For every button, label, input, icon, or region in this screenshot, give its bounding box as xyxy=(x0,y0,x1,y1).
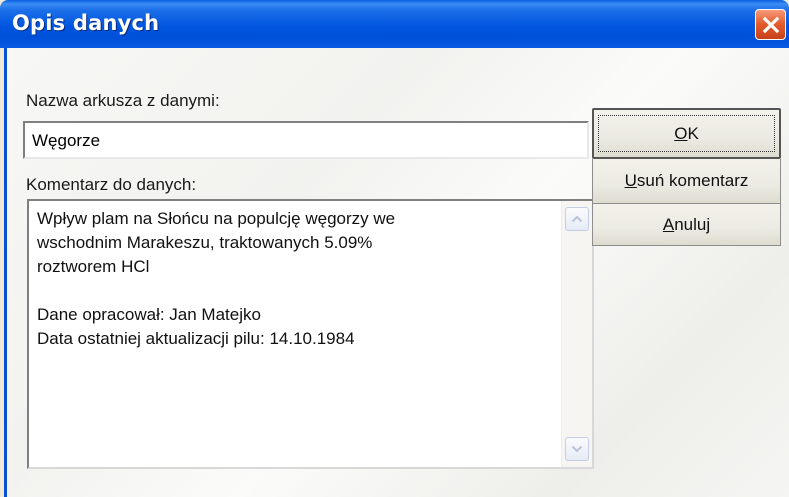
cancel-button-label: Anuluj xyxy=(662,214,711,234)
title-bar[interactable]: Opis danych xyxy=(0,0,789,48)
comment-line: Data ostatniej aktualizacji pilu: 14.10.… xyxy=(37,329,355,348)
chevron-up-icon xyxy=(571,215,583,223)
focus-rectangle xyxy=(598,115,775,152)
close-icon xyxy=(762,16,779,33)
remove-comment-button[interactable]: Usuń komentarz xyxy=(592,159,781,204)
scroll-down-button[interactable] xyxy=(565,437,589,461)
vertical-scrollbar[interactable] xyxy=(561,201,592,467)
scroll-up-button[interactable] xyxy=(565,207,589,231)
comment-line: Dane opracował: Jan Matejko xyxy=(37,305,261,324)
comment-line xyxy=(37,279,557,303)
comment-line: Wpływ plam na Słońcu na populcję węgorzy… xyxy=(37,209,396,228)
comment-text: Wpływ plam na Słońcu na populcję węgorzy… xyxy=(37,207,557,351)
comment-line: roztworem HCl xyxy=(37,257,150,276)
sheet-name-label: Nazwa arkusza z danymi: xyxy=(26,91,220,110)
sheet-name-input[interactable]: Węgorze xyxy=(23,121,589,159)
comment-textarea[interactable]: Wpływ plam na Słońcu na populcję węgorzy… xyxy=(27,199,594,469)
comment-label: Komentarz do danych: xyxy=(26,175,197,194)
dialog-window: Opis danych Nazwa arkusza z danymi: Węgo… xyxy=(0,0,789,497)
chevron-down-icon xyxy=(571,445,583,453)
cancel-button[interactable]: Anuluj xyxy=(592,204,781,246)
window-title: Opis danych xyxy=(12,11,160,35)
ok-button[interactable]: OK xyxy=(592,108,781,159)
remove-comment-button-label: Usuń komentarz xyxy=(624,171,749,190)
comment-line: wschodnim Marakeszu, traktowanych 5.09% xyxy=(37,233,373,252)
close-button[interactable] xyxy=(755,9,786,40)
